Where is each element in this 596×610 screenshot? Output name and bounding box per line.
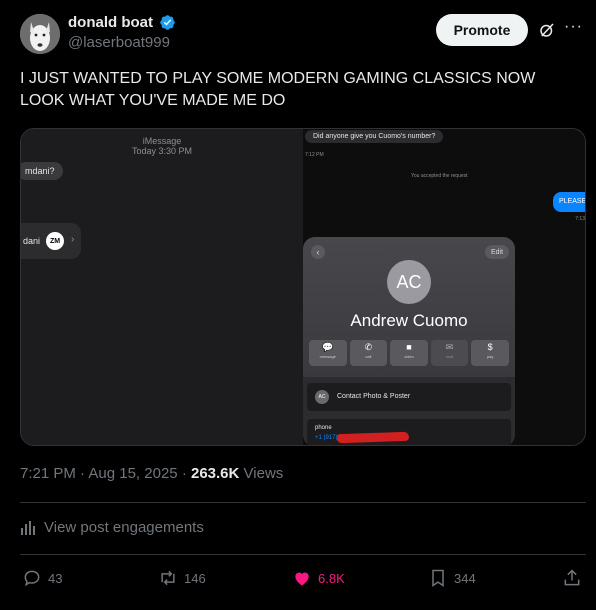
divider [20,554,586,555]
outgoing-bubble: PLEASE [553,192,585,212]
system-note: You accepted the request [411,173,468,179]
bookmark-icon [432,569,444,587]
chevron-right-icon: › [71,234,75,245]
engagements-label[interactable]: View post engagements [44,519,204,536]
analytics-icon [21,520,35,535]
photo-row-avatar: AC [315,390,329,404]
contact-name: Andrew Cuomo [350,311,468,330]
heart-icon [295,572,309,586]
post-date[interactable]: Aug 15, 2025 [88,465,177,482]
avatar[interactable] [20,14,60,54]
post-meta: 7:21 PM · Aug 15, 2025 · 263.6K Views [20,465,284,482]
reply-count: 43 [48,570,63,586]
dollar-icon: $ pay [471,340,509,366]
phone-icon: ✆ call [349,340,388,366]
share-icon [564,569,580,586]
views-count: 263.6K [190,465,240,482]
imessage-timestamp: Today 3:30 PM [131,146,193,156]
reply-icon [24,570,40,587]
post-media-image[interactable]: iMessage Today 3:30 PM mdani? dani ZM › … [20,128,586,446]
bookmark-count: 344 [454,570,476,586]
more-icon[interactable]: ··· [564,19,582,38]
phone-label: phone [315,425,332,431]
imessage-label: iMessage [142,136,182,146]
message-icon: 💬 message [309,340,347,366]
mail-icon: ✉ mail [430,340,469,366]
edit-button: Edit [485,245,509,259]
incoming-bubble: Did anyone give you Cuomo's number? [305,130,444,143]
post-header: donald boat @laserboat999 Promote ··· [20,12,582,56]
redaction-scribble [336,431,410,444]
repost-button[interactable]: 146 [158,568,206,588]
bookmark-button[interactable]: 344 [428,568,476,588]
divider [20,502,586,503]
phone-row: phone +1 (917) [307,419,511,445]
display-name[interactable]: donald boat [68,14,153,31]
outgoing-time: 7:13 [575,216,585,222]
contact-card: ‹ Edit AC Andrew Cuomo 💬 message ✆ call ■ v… [303,237,515,445]
author-block[interactable]: donald boat @laserboat999 [68,14,176,51]
post-actions: 43 146 6.8K 344 [22,568,582,590]
share-button[interactable] [562,568,582,588]
dog-avatar-image [20,14,60,54]
grok-icon[interactable] [538,21,556,39]
contact-chip: dani ZM › [21,223,81,259]
view-engagements-link[interactable]: View post engagements [20,519,204,536]
promote-button[interactable]: Promote [436,14,528,46]
video-icon: ■ video [390,340,428,366]
chip-avatar-badge: ZM [46,232,64,250]
imessage-left-pane: iMessage Today 3:30 PM mdani? dani ZM › [21,129,303,445]
phone-number: +1 (917) [315,435,338,441]
imessage-header: iMessage Today 3:30 PM [21,136,303,156]
like-button[interactable]: 6.8K [292,568,345,588]
message-bubble: mdani? [21,162,63,180]
incoming-time: 7:12 PM [305,152,324,158]
handle[interactable]: @laserboat999 [68,34,176,51]
imessage-right-pane: Did anyone give you Cuomo's number? 7:12… [303,129,585,445]
views-label: Views [243,465,284,482]
repost-icon [161,570,175,586]
post-text: I JUST WANTED TO PLAY SOME MODERN GAMING… [20,70,536,109]
contact-avatar: AC [387,260,431,304]
contact-actions: 💬 message ✆ call ■ video ✉ mail $ pay [309,340,509,366]
photo-row-label: Contact Photo & Poster [337,393,411,400]
repost-count: 146 [184,570,206,586]
reply-button[interactable]: 43 [22,568,62,588]
chip-text: dani [23,236,41,246]
chevron-left-icon: ‹ [311,245,325,259]
contact-photo-row: AC Contact Photo & Poster [307,383,511,411]
post-time[interactable]: 7:21 PM [20,465,76,482]
like-count: 6.8K [318,570,345,586]
verified-badge-icon [160,15,176,31]
